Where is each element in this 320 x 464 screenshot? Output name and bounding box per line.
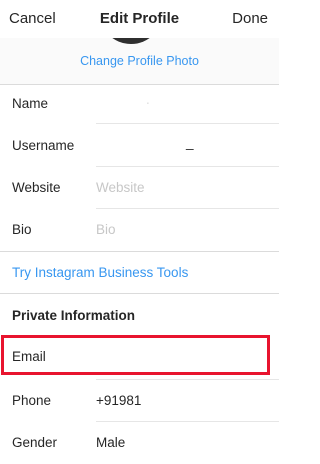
divider [96,123,279,124]
bio-field[interactable]: Bio [96,217,266,245]
phone-label: Phone [12,393,52,408]
username-label: Username [12,138,75,153]
business-tools-link[interactable]: Try Instagram Business Tools [12,265,188,280]
private-info-heading: Private Information [12,308,136,323]
divider [96,421,279,422]
username-value: _ [186,135,194,150]
username-field[interactable]: _ [96,133,266,161]
bio-label: Bio [12,222,32,237]
website-field[interactable]: Website [96,175,266,203]
avatar[interactable] [99,38,163,44]
name-value: . [146,92,150,107]
divider [0,84,279,85]
top-nav-bar: Cancel Edit Profile Done [0,0,279,38]
email-field[interactable] [96,342,266,370]
change-profile-photo-link[interactable]: Change Profile Photo [0,54,279,68]
gender-value: Male [96,435,126,450]
website-placeholder: Website [96,180,145,195]
bio-placeholder: Bio [96,222,116,237]
gender-label: Gender [12,435,58,450]
gender-field[interactable]: Male [96,429,266,457]
email-label: Email [12,349,46,364]
divider [96,379,279,380]
website-label: Website [12,180,61,195]
name-field[interactable]: . [96,90,266,118]
divider [0,251,279,252]
divider [96,208,279,209]
divider [96,166,279,167]
profile-photo-section: Change Profile Photo [0,38,279,84]
phone-value: +91981 [96,393,142,408]
done-button[interactable]: Done [232,10,268,27]
phone-field[interactable]: +91981 [96,387,266,415]
name-label: Name [12,96,49,111]
divider [0,293,279,294]
